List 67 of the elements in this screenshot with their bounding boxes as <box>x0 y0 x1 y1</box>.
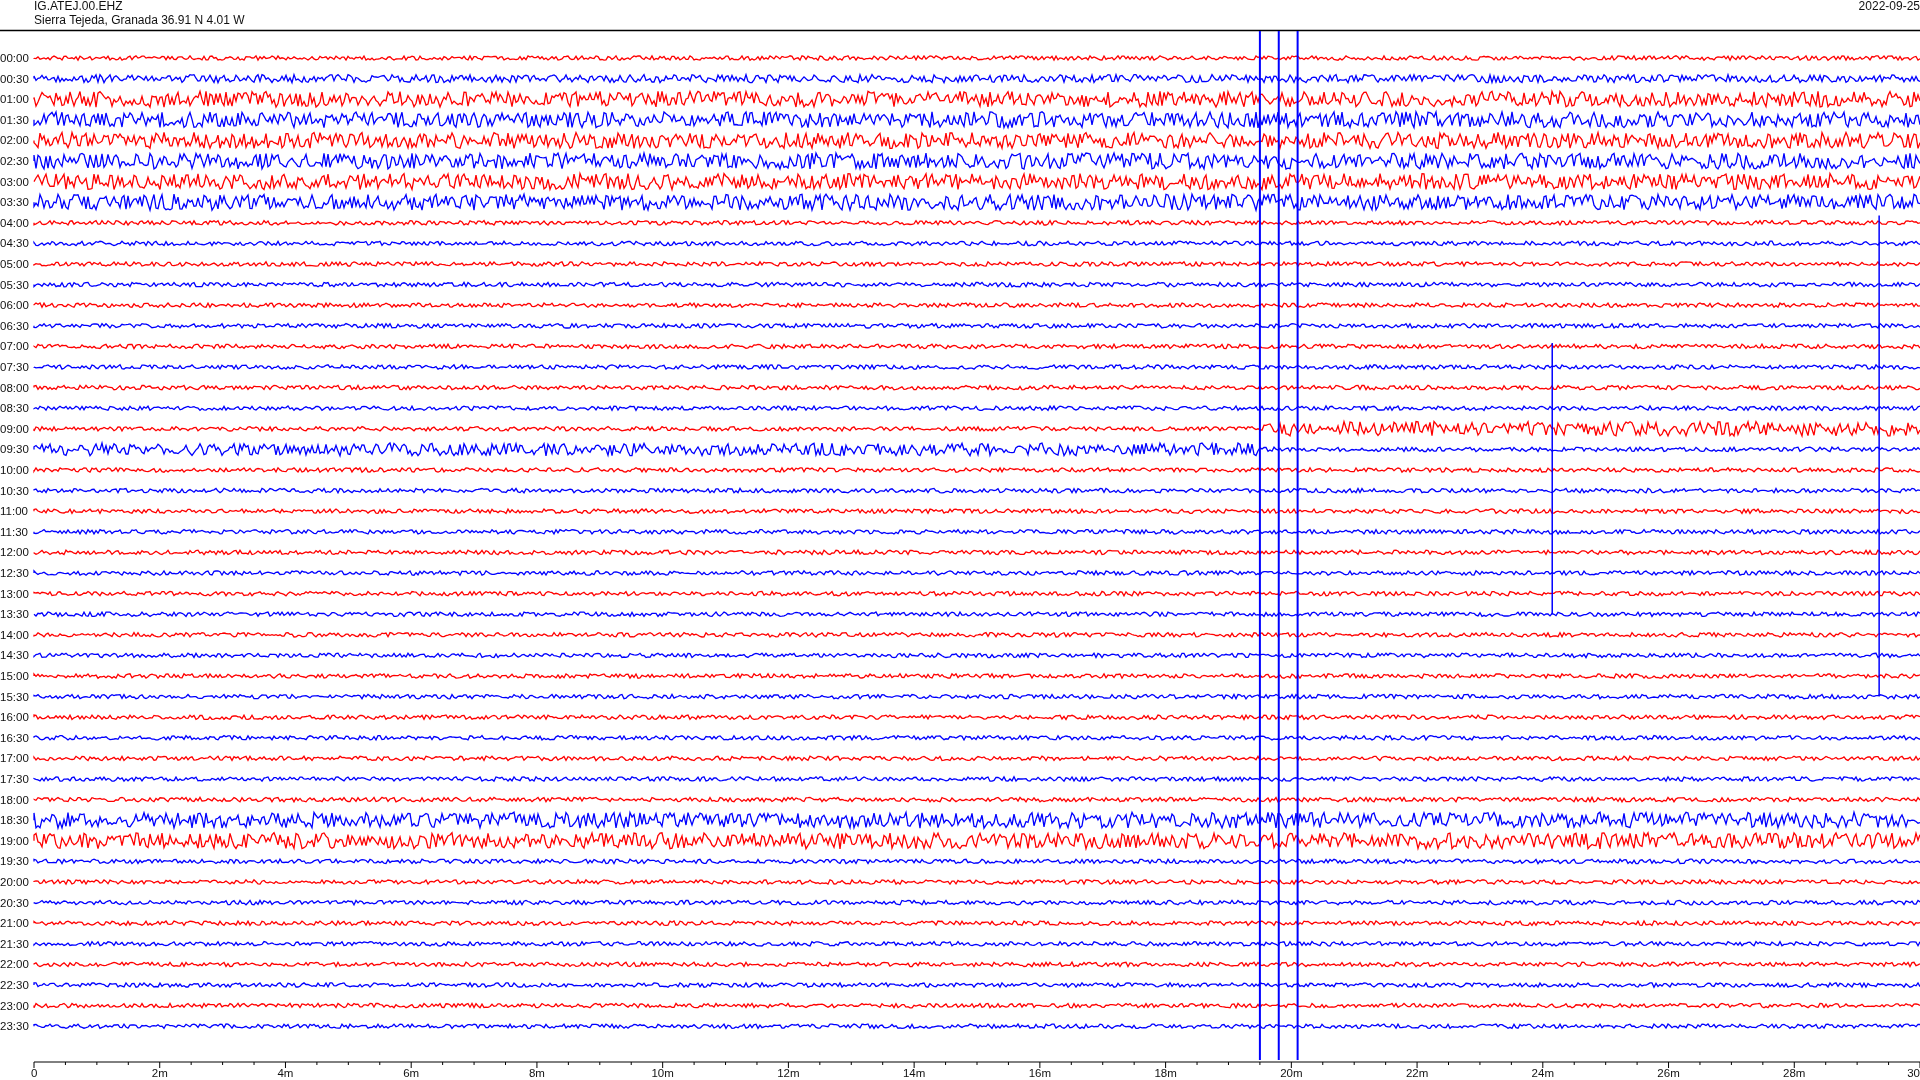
tick-label: 18m <box>1154 1067 1177 1079</box>
hour-label: 23:30 <box>0 1020 29 1033</box>
hour-label: 13:30 <box>0 608 29 621</box>
hour-label: 16:00 <box>0 711 29 724</box>
tick-label: 30 <box>1907 1067 1920 1079</box>
hour-label: 15:00 <box>0 670 29 682</box>
hour-label: 23:00 <box>0 999 29 1012</box>
hour-label: 18:00 <box>0 793 29 806</box>
hour-label: 18:30 <box>0 814 29 827</box>
hour-label: 21:00 <box>0 917 29 930</box>
hour-label: 07:00 <box>0 340 29 353</box>
hour-label: 06:00 <box>0 299 29 312</box>
hour-label: 17:00 <box>0 752 29 765</box>
tick-label: 8m <box>528 1067 545 1079</box>
hour-label: 03:00 <box>0 175 29 188</box>
hour-label: 09:00 <box>0 422 29 435</box>
hour-label: 04:00 <box>0 216 29 229</box>
hour-label: 05:30 <box>0 278 29 291</box>
tick-label: 28m <box>1783 1067 1806 1079</box>
hour-label: 02:30 <box>0 155 29 167</box>
tick-label: 10m <box>651 1067 674 1079</box>
hour-label: 13:00 <box>0 587 29 600</box>
hour-label: 08:30 <box>0 402 29 415</box>
hour-label: 06:30 <box>0 319 29 332</box>
hour-label: 02:00 <box>0 134 29 147</box>
hour-label: 12:00 <box>0 546 29 559</box>
hour-label: 20:30 <box>0 896 29 909</box>
hour-label: 19:00 <box>0 834 29 847</box>
tick-label: 6m <box>403 1067 420 1079</box>
hour-label: 10:30 <box>0 484 29 497</box>
hour-label: 22:00 <box>0 958 29 971</box>
hour-label: 03:30 <box>0 196 29 209</box>
date-label: 2022-09-25 <box>1858 0 1920 13</box>
tick-label: 0 <box>31 1067 38 1079</box>
hour-label: 04:30 <box>0 237 29 250</box>
hour-label: 01:00 <box>0 93 29 106</box>
hour-label: 21:30 <box>0 937 29 950</box>
hour-label: 09:30 <box>0 443 29 456</box>
hour-label: 01:30 <box>0 113 29 126</box>
hour-label: 07:30 <box>0 361 29 373</box>
tick-label: 20m <box>1280 1067 1303 1079</box>
hour-label: 22:30 <box>0 979 29 991</box>
hour-label: 10:00 <box>0 464 29 476</box>
hour-label: 11:30 <box>0 525 28 538</box>
tick-label: 12m <box>777 1067 800 1079</box>
tick-label: 24m <box>1531 1067 1554 1079</box>
hour-label: 08:00 <box>0 381 29 394</box>
tick-label: 26m <box>1657 1067 1680 1079</box>
tick-label: 16m <box>1028 1067 1052 1079</box>
tick-label: 2m <box>151 1067 168 1079</box>
hour-label: 20:00 <box>0 876 29 888</box>
hour-label: 12:30 <box>0 567 29 579</box>
station-location: Sierra Tejeda, Granada 36.91 N 4.01 W <box>34 13 245 27</box>
tick-label: 22m <box>1405 1067 1429 1079</box>
hour-label: 05:00 <box>0 258 29 270</box>
station-code: IG.ATEJ.00.EHZ <box>34 0 123 13</box>
hour-label: 11:00 <box>0 505 28 518</box>
tick-label: 4m <box>277 1067 294 1079</box>
hour-label: 17:30 <box>0 773 29 785</box>
hour-label: 00:30 <box>0 72 29 85</box>
tick-label: 14m <box>902 1067 926 1079</box>
hour-label: 15:30 <box>0 690 29 703</box>
hour-label: 14:30 <box>0 649 29 662</box>
hour-label: 00:00 <box>0 52 29 64</box>
hour-label: 16:30 <box>0 731 29 744</box>
hour-label: 14:00 <box>0 628 29 641</box>
hour-label: 19:30 <box>0 855 29 868</box>
